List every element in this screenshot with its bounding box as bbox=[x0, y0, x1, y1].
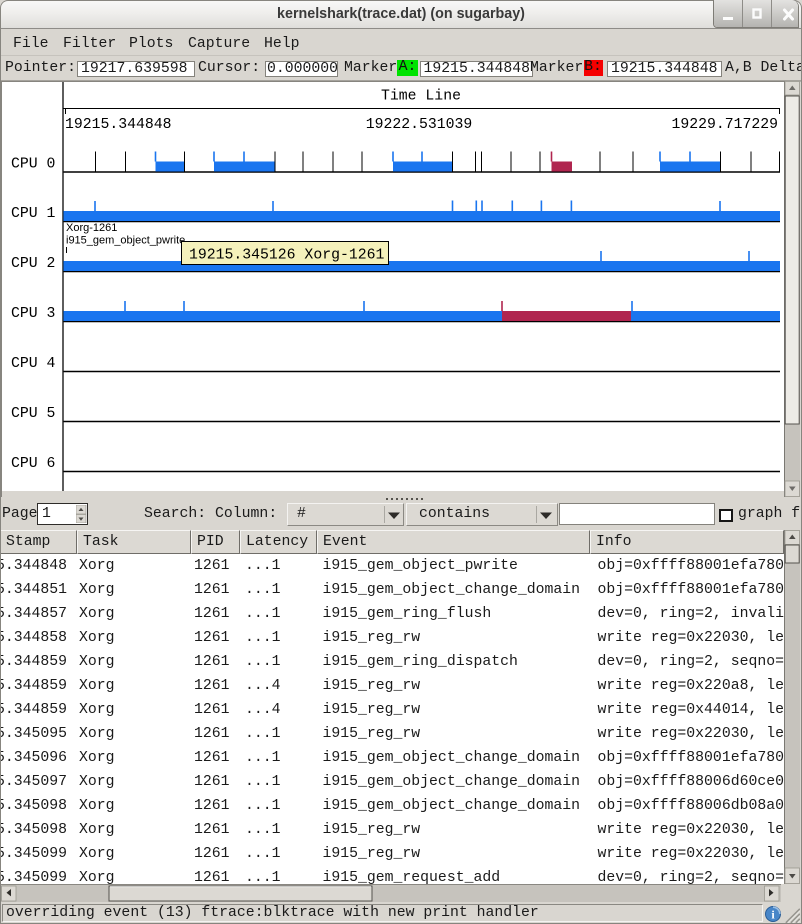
svg-text:19215.345126 Xorg-1261: 19215.345126 Xorg-1261 bbox=[189, 248, 384, 264]
svg-text:Time Line: Time Line bbox=[381, 89, 461, 105]
svg-text:19229.717229: 19229.717229 bbox=[671, 117, 778, 133]
svg-text:CPU 0: CPU 0 bbox=[11, 157, 55, 173]
svg-text:CPU 1: CPU 1 bbox=[11, 206, 56, 222]
svg-text:CPU 2: CPU 2 bbox=[11, 256, 55, 272]
svg-text:CPU 6: CPU 6 bbox=[11, 456, 55, 472]
svg-text:CPU 3: CPU 3 bbox=[11, 306, 55, 322]
svg-text:CPU 4: CPU 4 bbox=[11, 356, 56, 372]
svg-text:19215.344848: 19215.344848 bbox=[65, 117, 172, 133]
svg-text:CPU 5: CPU 5 bbox=[11, 406, 55, 422]
svg-text:Xorg-1261: Xorg-1261 bbox=[66, 222, 117, 234]
svg-text:i915_gem_object_pwrite: i915_gem_object_pwrite bbox=[66, 235, 185, 247]
svg-text:19222.531039: 19222.531039 bbox=[366, 117, 473, 133]
